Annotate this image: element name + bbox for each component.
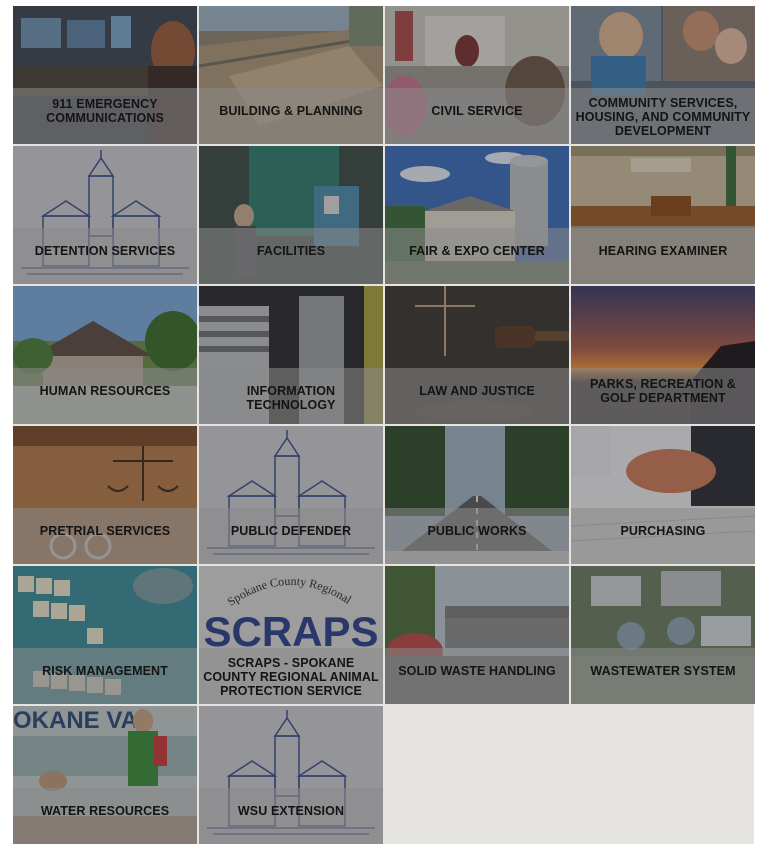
tile-information-technology[interactable]: Information Technology: [199, 286, 383, 424]
tile-label: Public Defender: [230, 524, 352, 538]
tile-detention-services[interactable]: Detention Services: [13, 146, 197, 284]
tile-solid-waste-handling[interactable]: Solid Waste Handling: [385, 566, 569, 704]
tile-law-and-justice[interactable]: Law and Justice: [385, 286, 569, 424]
tile-label: 911 Emergency Communications: [46, 97, 164, 125]
tile-public-works[interactable]: Public Works: [385, 426, 569, 564]
tile-label: Fair & Expo Center: [409, 244, 545, 258]
department-grid: 911 Emergency Communications Building & …: [13, 6, 755, 844]
tile-fair-expo-center[interactable]: Fair & Expo Center: [385, 146, 569, 284]
tile-label: Civil Service: [431, 104, 523, 118]
tile-label: Information Technology: [246, 384, 336, 412]
tile-scraps[interactable]: Spokane County Regional SCRAPS SCRAPS - …: [199, 566, 383, 704]
tile-label: Law and Justice: [419, 384, 535, 398]
tile-label: Parks, Recreation & Golf Department: [590, 377, 736, 405]
tile-water-resources[interactable]: OKANE VA Water Resources: [13, 706, 197, 844]
tile-label: Detention Services: [34, 244, 176, 258]
tile-label: Risk Management: [42, 664, 168, 678]
tile-label: WSU Extension: [237, 804, 345, 818]
tile-risk-management[interactable]: Risk Management: [13, 566, 197, 704]
tile-label: Water Resources: [40, 804, 170, 818]
tile-community-services[interactable]: Community Services, Housing, and Communi…: [571, 6, 755, 144]
tile-civil-service[interactable]: Civil Service: [385, 6, 569, 144]
tile-label: SCRAPS - Spokane County Regional Animal …: [203, 656, 379, 698]
tile-label: Facilities: [256, 244, 326, 258]
tile-building-planning[interactable]: Building & Planning: [199, 6, 383, 144]
tile-facilities[interactable]: Facilities: [199, 146, 383, 284]
tile-label: Purchasing: [620, 524, 706, 538]
tile-hearing-examiner[interactable]: Hearing Examiner: [571, 146, 755, 284]
tile-public-defender[interactable]: Public Defender: [199, 426, 383, 564]
tile-label: Building & Planning: [219, 104, 363, 118]
tile-911-emergency-communications[interactable]: 911 Emergency Communications: [13, 6, 197, 144]
tile-label: Hearing Examiner: [598, 244, 728, 258]
tile-label: Community Services, Housing, and Communi…: [575, 96, 751, 138]
tile-label: Wastewater System: [590, 664, 736, 678]
tile-label: Public Works: [427, 524, 527, 538]
tile-wsu-extension[interactable]: WSU Extension: [199, 706, 383, 844]
tile-wastewater-system[interactable]: Wastewater System: [571, 566, 755, 704]
tile-human-resources[interactable]: Human Resources: [13, 286, 197, 424]
tile-label: Human Resources: [39, 384, 171, 398]
tile-purchasing[interactable]: Purchasing: [571, 426, 755, 564]
tile-pretrial-services[interactable]: Pretrial Services: [13, 426, 197, 564]
tile-parks-recreation-golf[interactable]: Parks, Recreation & Golf Department: [571, 286, 755, 424]
tile-label: Pretrial Services: [39, 524, 171, 538]
tile-label: Solid Waste Handling: [398, 664, 556, 678]
